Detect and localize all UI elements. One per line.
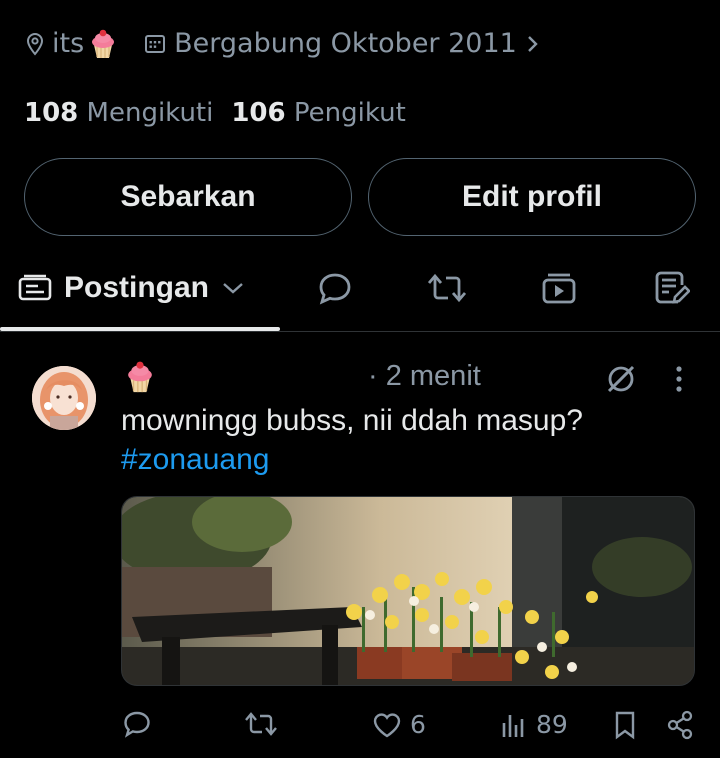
media-icon xyxy=(540,271,578,305)
reply-icon xyxy=(122,710,152,738)
following-label: Mengikuti xyxy=(86,98,214,128)
tabs-divider xyxy=(0,331,720,332)
more-options-button[interactable] xyxy=(672,364,686,394)
views-button[interactable]: 89 xyxy=(500,710,568,739)
followers-link[interactable]: 106 Pengikut xyxy=(231,98,405,128)
repost-button[interactable] xyxy=(244,710,278,738)
tab-articles[interactable] xyxy=(652,262,690,314)
articles-icon xyxy=(652,269,690,307)
repost-icon xyxy=(244,710,278,738)
following-count: 108 xyxy=(24,98,79,128)
profile-meta: its Bergabung Oktober 2011 xyxy=(24,28,541,59)
bookmark-icon xyxy=(612,710,638,740)
chevron-right-icon xyxy=(525,33,541,55)
chevron-down-icon xyxy=(221,280,245,296)
location: its xyxy=(24,28,116,59)
more-icon xyxy=(672,364,686,394)
share-profile-button[interactable]: Sebarkan xyxy=(24,158,352,236)
tab-posts[interactable]: Postingan xyxy=(18,262,245,314)
replies-icon xyxy=(316,271,354,305)
like-count: 6 xyxy=(410,710,426,739)
avatar[interactable] xyxy=(32,366,96,430)
grok-button[interactable] xyxy=(604,362,638,396)
reply-button[interactable] xyxy=(122,710,152,738)
heart-icon xyxy=(372,711,402,739)
views-icon xyxy=(500,711,528,739)
calendar-icon xyxy=(144,33,166,55)
location-text: its xyxy=(52,28,85,59)
post-time[interactable]: · 2 menit xyxy=(368,360,481,393)
tab-replies[interactable] xyxy=(316,262,354,314)
tab-reposts[interactable] xyxy=(426,262,468,314)
following-link[interactable]: 108 Mengikuti xyxy=(24,98,213,128)
profile-tabs: Postingan xyxy=(0,262,720,330)
followers-count: 106 xyxy=(231,98,286,128)
view-count: 89 xyxy=(536,710,568,739)
like-button[interactable]: 6 xyxy=(372,710,426,739)
tab-posts-label: Postingan xyxy=(64,271,210,304)
location-icon xyxy=(24,32,46,56)
share-icon xyxy=(666,710,694,740)
bookmark-button[interactable] xyxy=(612,710,638,740)
post-text: mowningg bubss, nii ddah masup? xyxy=(121,404,583,437)
redacted-name xyxy=(160,360,360,396)
posts-tab-icon xyxy=(18,273,52,303)
post-media-image[interactable] xyxy=(121,496,695,686)
cupcake-icon xyxy=(90,29,116,59)
grok-icon xyxy=(604,362,638,396)
reposts-icon xyxy=(426,271,468,305)
join-date-text: Bergabung Oktober 2011 xyxy=(174,28,517,59)
share-button[interactable] xyxy=(666,710,694,740)
post-hashtag[interactable]: #zonauang xyxy=(121,443,269,477)
join-date[interactable]: Bergabung Oktober 2011 xyxy=(144,28,541,59)
edit-profile-button[interactable]: Edit profil xyxy=(368,158,696,236)
tab-media[interactable] xyxy=(540,262,578,314)
follow-stats: 108 Mengikuti 106 Pengikut xyxy=(24,98,406,128)
post-actions: 6 89 xyxy=(0,710,720,744)
cupcake-icon xyxy=(126,360,154,394)
followers-label: Pengikut xyxy=(293,98,406,128)
post-author-emoji xyxy=(126,360,154,394)
